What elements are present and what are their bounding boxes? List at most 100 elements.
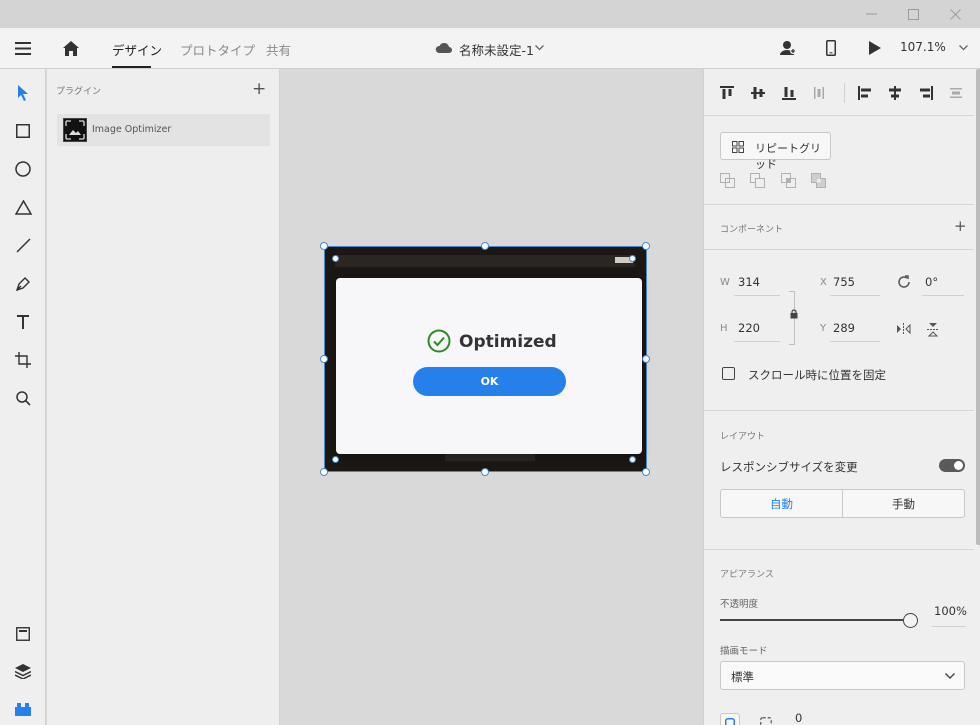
- layers-icon: [15, 663, 31, 679]
- zoom-dropdown[interactable]: [957, 42, 969, 54]
- resize-handle[interactable]: [642, 355, 650, 363]
- align-center-icon: [889, 86, 901, 100]
- corner-uniform-button[interactable]: [720, 713, 740, 725]
- boolean-subtract-icon[interactable]: [750, 173, 766, 189]
- flip-vertical-icon[interactable]: [927, 322, 939, 337]
- distribute-horizontal-button[interactable]: [809, 83, 829, 103]
- tool-bar: [0, 69, 46, 725]
- scrollbar[interactable]: [976, 69, 980, 545]
- home-button[interactable]: [60, 38, 82, 58]
- tab-prototype[interactable]: プロトタイプ: [180, 40, 255, 59]
- preview-play-button[interactable]: [866, 38, 884, 58]
- blend-mode-value: 標準: [731, 670, 754, 684]
- align-top-button[interactable]: [717, 83, 737, 103]
- align-middle-button[interactable]: [748, 83, 768, 103]
- align-bottom-button[interactable]: [779, 83, 799, 103]
- pen-tool[interactable]: [11, 271, 35, 295]
- invite-user-button[interactable]: [778, 38, 798, 58]
- align-bottom-icon: [782, 87, 796, 100]
- distribute-icon: [814, 87, 824, 99]
- blend-mode-select[interactable]: 標準: [720, 661, 965, 690]
- resize-handle[interactable]: [481, 468, 489, 476]
- layout-mode-manual[interactable]: 手動: [842, 489, 965, 518]
- resize-handle[interactable]: [320, 355, 328, 363]
- resize-handle[interactable]: [642, 468, 650, 476]
- select-tool[interactable]: [11, 81, 35, 105]
- resize-handle[interactable]: [320, 242, 328, 250]
- chevron-down-icon: [958, 45, 968, 51]
- line-tool[interactable]: [11, 233, 35, 257]
- lock-icon[interactable]: [790, 309, 798, 319]
- corner-radius-input[interactable]: 0: [795, 711, 802, 725]
- corner-radius-handle[interactable]: [332, 456, 339, 463]
- assets-icon: [16, 627, 30, 641]
- boolean-add-icon[interactable]: [720, 173, 736, 189]
- opacity-label: 不透明度: [720, 599, 759, 610]
- assets-panel-button[interactable]: [11, 622, 35, 646]
- corner-individual-button[interactable]: [756, 713, 776, 725]
- align-left-icon: [858, 86, 871, 100]
- corner-radius-handle[interactable]: [332, 255, 339, 262]
- align-center-button[interactable]: [885, 83, 905, 103]
- polygon-tool[interactable]: [11, 195, 35, 219]
- opacity-input[interactable]: 100%: [934, 604, 967, 618]
- y-input[interactable]: 289: [833, 321, 855, 335]
- fix-position-checkbox[interactable]: [722, 367, 735, 380]
- corner-radius-handle[interactable]: [629, 255, 636, 262]
- zoom-level[interactable]: 107.1%: [900, 40, 946, 54]
- chevron-down-icon[interactable]: [533, 42, 545, 54]
- divider: [704, 549, 974, 550]
- rounded-square-icon: [725, 718, 735, 725]
- responsive-resize-toggle[interactable]: [939, 459, 965, 472]
- resize-handle[interactable]: [320, 468, 328, 476]
- plugin-icon: [15, 702, 31, 716]
- repeat-grid-label: リピートグリッド: [755, 142, 821, 171]
- design-canvas[interactable]: Optimized OK: [281, 69, 703, 725]
- tab-share[interactable]: 共有: [266, 40, 291, 59]
- boolean-exclude-icon[interactable]: [811, 173, 827, 189]
- rectangle-tool[interactable]: [11, 119, 35, 143]
- tab-design[interactable]: デザイン: [112, 40, 162, 59]
- magnifier-icon: [15, 390, 31, 406]
- document-title[interactable]: 名称未設定-1: [459, 40, 534, 59]
- zoom-tool[interactable]: [11, 386, 35, 410]
- divider: [704, 410, 974, 411]
- align-left-button[interactable]: [855, 83, 875, 103]
- corner-radius-handle[interactable]: [629, 456, 636, 463]
- height-input[interactable]: 220: [738, 321, 760, 335]
- flip-horizontal-icon[interactable]: [896, 323, 911, 335]
- opacity-slider-track[interactable]: [720, 619, 903, 621]
- title-bar: [0, 0, 980, 28]
- text-tool[interactable]: [11, 310, 35, 334]
- plugins-panel: プラグイン + Image Optimizer: [47, 69, 280, 725]
- close-button[interactable]: [940, 4, 970, 24]
- align-right-button[interactable]: [916, 83, 936, 103]
- artboard-tool[interactable]: [11, 348, 35, 372]
- resize-handle[interactable]: [642, 242, 650, 250]
- x-input-underline: [830, 295, 880, 296]
- plugin-item[interactable]: Image Optimizer: [57, 114, 270, 146]
- minimize-button[interactable]: [856, 4, 886, 24]
- ellipse-tool[interactable]: [11, 157, 35, 181]
- add-plugin-button[interactable]: +: [252, 79, 266, 99]
- layers-panel-button[interactable]: [11, 659, 35, 683]
- appearance-section-title: アピアランス: [720, 570, 774, 580]
- x-input[interactable]: 755: [833, 275, 855, 289]
- add-component-button[interactable]: +: [954, 217, 967, 235]
- ok-button[interactable]: OK: [413, 367, 566, 396]
- resize-handle[interactable]: [481, 242, 489, 250]
- layout-mode-auto[interactable]: 自動: [720, 489, 843, 518]
- plugins-panel-button[interactable]: [11, 697, 35, 721]
- maximize-button[interactable]: [898, 4, 928, 24]
- boolean-intersect-icon[interactable]: [781, 173, 797, 189]
- opacity-slider-thumb[interactable]: [903, 613, 918, 628]
- component-section-title: コンポーネント: [720, 225, 784, 235]
- distribute-vertical-button[interactable]: [946, 83, 966, 103]
- rotation-input[interactable]: 0°: [925, 275, 938, 289]
- repeat-grid-button[interactable]: リピートグリッド: [720, 132, 831, 171]
- distribute-icon: [950, 88, 962, 98]
- device-preview-button[interactable]: [822, 38, 840, 58]
- width-input[interactable]: 314: [738, 275, 760, 289]
- rectangle-icon: [16, 124, 30, 138]
- menu-button[interactable]: [12, 38, 34, 58]
